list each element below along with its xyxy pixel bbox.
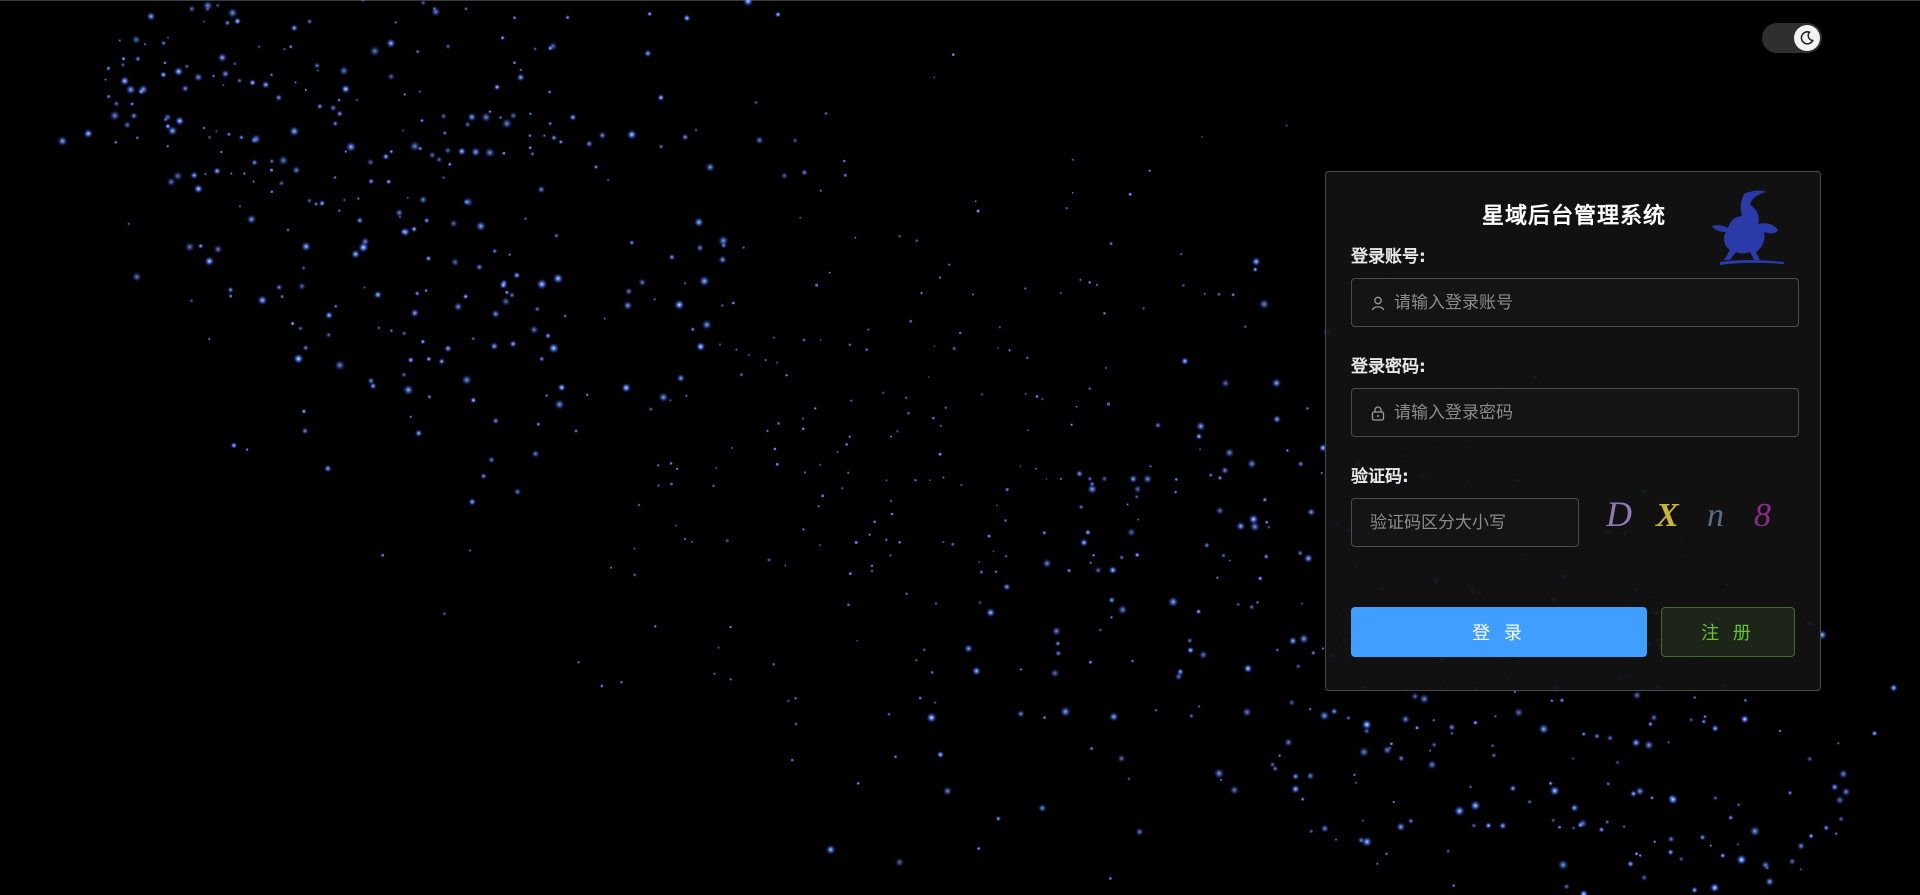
captcha-input[interactable] — [1352, 499, 1578, 546]
captcha-char: 8 — [1754, 497, 1771, 534]
user-icon — [1371, 296, 1385, 310]
captcha-field — [1351, 498, 1579, 547]
account-field — [1351, 278, 1799, 327]
login-page: 星域后台管理系统 登录账号: 登录密码: 验证码: — [0, 0, 1920, 895]
password-label: 登录密码: — [1351, 357, 1426, 377]
account-input[interactable] — [1386, 279, 1798, 326]
captcha-char: X — [1655, 497, 1680, 534]
moon-icon — [1800, 31, 1814, 45]
login-button[interactable]: 登 录 — [1351, 607, 1647, 657]
lock-icon — [1371, 405, 1385, 421]
captcha-char: n — [1707, 497, 1724, 534]
password-input[interactable] — [1386, 389, 1798, 436]
captcha-image[interactable]: D X n 8 — [1606, 489, 1796, 539]
antelope-logo-icon — [1712, 190, 1784, 265]
register-button[interactable]: 注 册 — [1661, 607, 1795, 657]
account-label: 登录账号: — [1351, 247, 1426, 267]
captcha-char: D — [1606, 494, 1632, 534]
password-field — [1351, 388, 1799, 437]
toggle-knob — [1794, 25, 1820, 51]
captcha-label: 验证码: — [1351, 467, 1409, 487]
login-card: 星域后台管理系统 登录账号: 登录密码: 验证码: — [1325, 171, 1821, 691]
theme-toggle[interactable] — [1762, 23, 1822, 53]
